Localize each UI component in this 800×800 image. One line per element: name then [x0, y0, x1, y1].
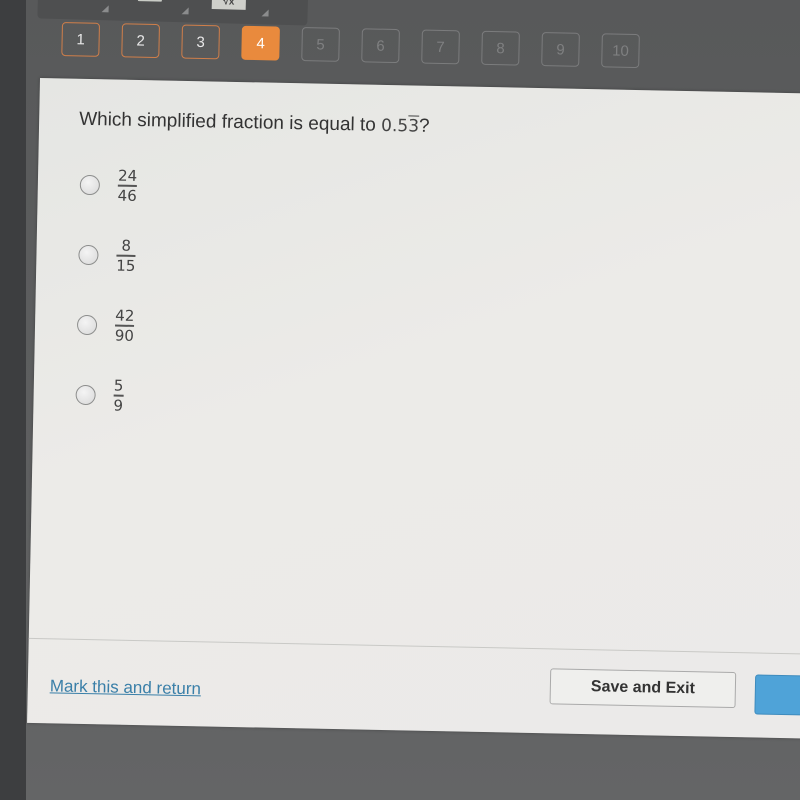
radio-button[interactable] — [76, 314, 98, 335]
radio-button[interactable] — [75, 384, 96, 405]
numerator: 5 — [113, 376, 124, 395]
radio-button[interactable] — [79, 174, 101, 195]
save-and-exit-button[interactable]: Save and Exit — [549, 668, 737, 709]
fraction: 24 46 — [117, 166, 138, 205]
numerator: 42 — [115, 306, 135, 325]
question-nav-button: 7 — [421, 29, 460, 65]
screen-bezel — [0, 0, 26, 800]
tool-icon — [137, 0, 163, 2]
fraction: 42 90 — [114, 306, 135, 345]
question-nav-button[interactable]: 2 — [121, 23, 160, 59]
denominator: 15 — [116, 256, 136, 275]
question-nav-button[interactable]: 3 — [181, 24, 220, 60]
toolbar-tool-sqrt[interactable]: √x — [197, 0, 273, 19]
answer-option[interactable]: 8 15 — [78, 237, 136, 274]
toolbar-tool-1[interactable] — [38, 0, 114, 14]
footer-divider — [28, 637, 800, 655]
question-panel: Which simplified fraction is equal to 0.… — [27, 78, 800, 739]
denominator: 90 — [114, 326, 135, 345]
toolbar-tool-2[interactable] — [117, 0, 193, 17]
next-button[interactable] — [754, 674, 800, 717]
dropdown-corner-icon — [181, 7, 189, 15]
question-nav-button: 9 — [541, 32, 580, 67]
question-nav-button[interactable]: 1 — [61, 22, 100, 57]
radio-button[interactable] — [78, 244, 99, 265]
dropdown-corner-icon — [101, 5, 109, 13]
repeating-decimal: 0.53 — [380, 115, 420, 137]
answer-option[interactable]: 24 46 — [79, 166, 138, 205]
sqrt-icon: √x — [211, 0, 246, 10]
answer-option[interactable]: 59 — [75, 376, 124, 415]
dropdown-corner-icon — [261, 9, 269, 17]
question-nav-button: 5 — [301, 27, 340, 62]
answer-option[interactable]: 42 90 — [76, 306, 135, 345]
fraction: 59 — [113, 376, 124, 415]
numerator: 8 — [121, 236, 132, 255]
question-nav-button[interactable]: 4 — [241, 25, 280, 61]
question-prompt: Which simplified fraction is equal to 0.… — [78, 108, 430, 137]
question-nav-button: 6 — [361, 28, 400, 64]
question-nav-button: 8 — [481, 30, 520, 66]
question-nav-button: 10 — [601, 33, 640, 69]
denominator: 46 — [117, 186, 137, 205]
denominator: 9 — [113, 396, 124, 415]
mark-and-return-link[interactable]: Mark this and return — [50, 676, 202, 699]
fraction: 8 15 — [116, 236, 136, 275]
numerator: 24 — [117, 166, 138, 185]
question-text: Which simplified fraction is equal to — [78, 108, 382, 136]
